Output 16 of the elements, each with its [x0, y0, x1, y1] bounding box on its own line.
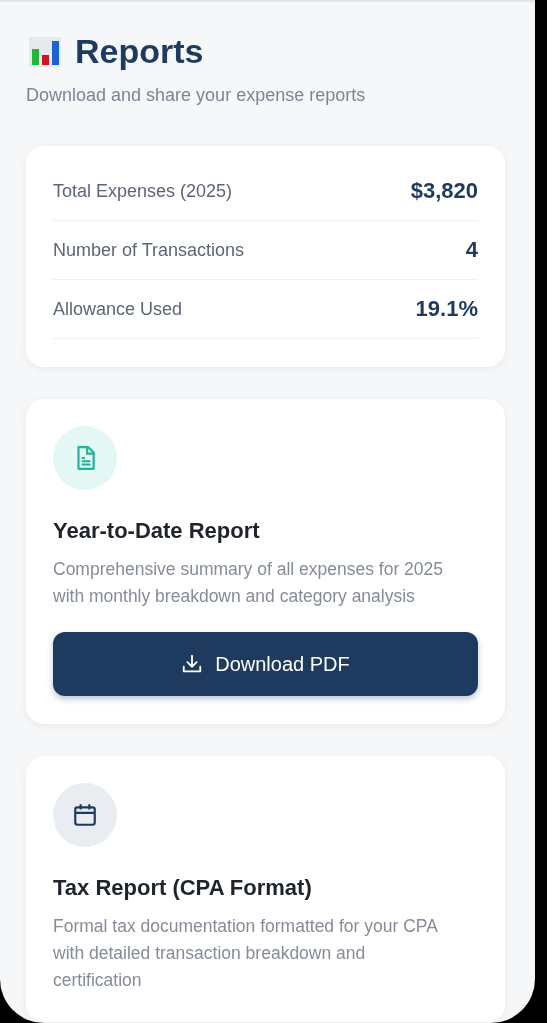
stat-value: 19.1% — [415, 296, 478, 322]
report-title: Year-to-Date Report — [53, 518, 261, 544]
calendar-icon — [72, 802, 98, 828]
bar-chart-icon — [29, 36, 61, 67]
download-icon — [181, 653, 204, 675]
stat-label: Number of Transactions — [53, 239, 245, 261]
page-subtitle: Download and share your expense reports — [26, 85, 367, 106]
report-description: Comprehensive summary of all expenses for 2025 with monthly breakdown and category analysis — [53, 558, 445, 608]
stat-label: Total Expenses (2025) — [53, 180, 233, 202]
download-button[interactable]: Download PDF — [53, 632, 478, 696]
stat-label: Allowance Used — [53, 298, 183, 320]
stat-value: $3,820 — [410, 178, 478, 204]
report-description: Formal tax documentation formatted for your CPA with detailed transaction breakdown and certification — [53, 915, 439, 992]
stat-value: 4 — [465, 237, 478, 263]
report-title: Tax Report (CPA Format) — [53, 875, 313, 901]
page-title: Reports — [75, 32, 204, 71]
